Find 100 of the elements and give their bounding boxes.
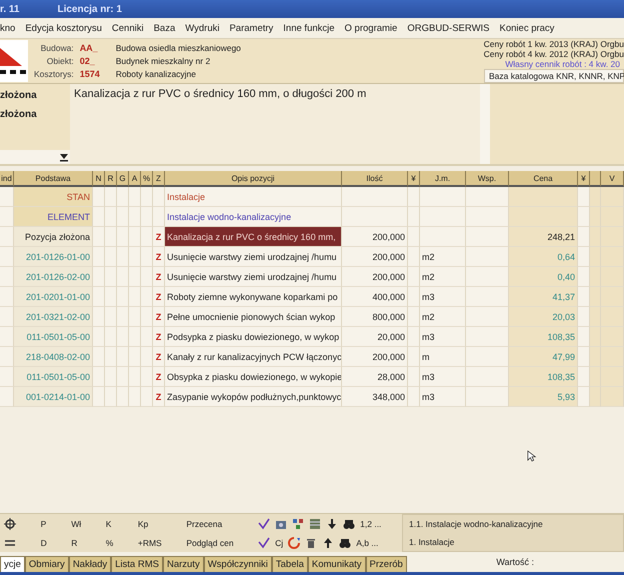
field-name: Budowa osiedla mieszkaniowego — [116, 42, 241, 53]
column-header — [590, 171, 601, 187]
table-cell — [578, 367, 590, 387]
menu-item[interactable]: kno — [0, 22, 16, 34]
table-cell — [93, 367, 105, 387]
toolbar-label[interactable]: Podgląd cen — [186, 538, 252, 548]
table-cell — [105, 347, 117, 367]
menu-item[interactable]: O programie — [344, 22, 398, 34]
table-cell — [466, 387, 509, 407]
column-header: % — [141, 171, 153, 187]
table-cell — [93, 387, 105, 407]
table-cell — [93, 207, 105, 227]
table-cell: 248,21 — [509, 227, 578, 247]
menu-item[interactable]: ORGBUD-SERWIS — [407, 22, 490, 34]
toolbar-label[interactable]: Przecena — [186, 518, 252, 528]
table-cell: m — [420, 347, 466, 367]
tab[interactable]: Narzuty — [162, 556, 204, 572]
path-label: 1.1. Instalacje wodno-kanalizacyjne — [409, 519, 544, 529]
checkmark-icon[interactable] — [258, 536, 270, 548]
table-cell — [129, 327, 141, 347]
table-cell — [117, 287, 129, 307]
toolbar-key[interactable]: Cj — [275, 538, 284, 548]
tab[interactable]: Tabela — [272, 556, 308, 572]
table-cell: m2 — [420, 307, 466, 327]
table-cell — [578, 347, 590, 367]
table-cell — [466, 267, 509, 287]
table-cell — [105, 267, 117, 287]
menu-item[interactable]: Baza — [154, 22, 176, 34]
table-cell — [129, 187, 141, 207]
value-label: Wartość : — [496, 557, 534, 567]
tab[interactable]: Komunikaty — [308, 556, 366, 572]
tab[interactable]: Lista RMS — [111, 556, 163, 572]
tab[interactable]: ycje — [0, 556, 25, 572]
side-label: złożona — [0, 90, 38, 101]
down-arrow-icon[interactable] — [58, 151, 70, 163]
table-cell — [590, 247, 601, 267]
table-cell — [129, 287, 141, 307]
table-cell — [578, 227, 590, 247]
sort-label[interactable]: 1,2 ... — [360, 518, 382, 528]
binoculars-icon[interactable] — [339, 536, 352, 548]
toolbar-key[interactable]: R — [71, 538, 99, 548]
field-name: Budynek mieszkalny nr 2 — [116, 56, 212, 66]
table-cell: STAN — [14, 187, 93, 207]
table-cell: Kanały z rur kanalizacyjnych PCW łączonyc — [165, 347, 342, 367]
field-code: 02_ — [80, 56, 96, 66]
column-header: ¥ — [408, 171, 420, 187]
tab[interactable]: Przerób — [366, 556, 407, 572]
crosshair-icon[interactable] — [4, 518, 16, 530]
table-icon[interactable] — [309, 518, 322, 530]
table-cell — [408, 347, 420, 367]
table-cell — [0, 387, 14, 407]
price-list-label: Ceny robót 4 kw. 2012 (KRAJ) Orgbu — [484, 49, 624, 59]
table-cell — [129, 387, 141, 407]
tab[interactable]: Współczynniki — [204, 556, 272, 572]
table-cell — [105, 227, 117, 247]
menu-item[interactable]: Wydruki — [185, 22, 220, 34]
trash-icon[interactable] — [305, 536, 318, 548]
toolbar-key[interactable]: % — [106, 538, 131, 548]
menu-item[interactable]: Parametry — [229, 22, 274, 34]
checkmark-icon[interactable] — [258, 518, 270, 530]
table-cell: 47,99 — [509, 347, 578, 367]
table-cell: 201-0321-02-00 — [14, 307, 93, 327]
table-cell: 28,000 — [342, 367, 408, 387]
toolbar-key[interactable]: K — [106, 518, 131, 528]
table-cell — [117, 247, 129, 267]
toolbar-key[interactable]: Kp — [138, 518, 180, 528]
toolbar-key[interactable]: +RMS — [138, 538, 180, 548]
binoculars-icon[interactable] — [343, 518, 356, 530]
menu-item[interactable]: Inne funkcje — [283, 22, 335, 34]
tab[interactable]: Nakłady — [68, 556, 112, 572]
toolbar-key[interactable]: D — [40, 538, 64, 548]
table-cell — [93, 187, 105, 207]
table-cell: m2 — [420, 247, 466, 267]
table-cell: m3 — [420, 367, 466, 387]
sort-label[interactable]: A,b ... — [356, 538, 378, 548]
network-icon[interactable] — [292, 518, 304, 530]
menu-item[interactable]: Koniec pracy — [500, 22, 554, 34]
column-header: ¥ — [578, 171, 590, 187]
description-field[interactable]: Kanalizacja z rur PVC o średnicy 160 mm, o długości 200 m — [70, 84, 490, 164]
table-cell — [93, 227, 105, 247]
price-list-label: Własny cennik robót : 4 kw. 20 — [505, 59, 621, 69]
table-cell — [93, 267, 105, 287]
table-cell: Roboty ziemne wykonywane koparkami po — [165, 287, 342, 307]
table-cell — [105, 387, 117, 407]
menu-item[interactable]: Cenniki — [112, 22, 144, 34]
table-cell: m3 — [420, 327, 466, 347]
z-mark: Z — [153, 387, 165, 407]
table-cell — [578, 307, 590, 327]
tab[interactable]: Obmiary — [24, 556, 69, 572]
menu-item[interactable]: Edycja kosztorysu — [25, 22, 102, 34]
table-cell — [117, 387, 129, 407]
toolbar-key[interactable]: P — [40, 518, 64, 528]
z-mark: Z — [153, 267, 165, 287]
down-arrow-icon[interactable] — [326, 518, 338, 530]
column-header: Z — [153, 171, 165, 187]
table-cell — [408, 367, 420, 387]
up-arrow-icon[interactable] — [322, 536, 334, 548]
column-header: J.m. — [420, 171, 466, 187]
toolbar-key[interactable]: Wł — [71, 518, 99, 528]
refresh-icon[interactable] — [288, 536, 300, 548]
